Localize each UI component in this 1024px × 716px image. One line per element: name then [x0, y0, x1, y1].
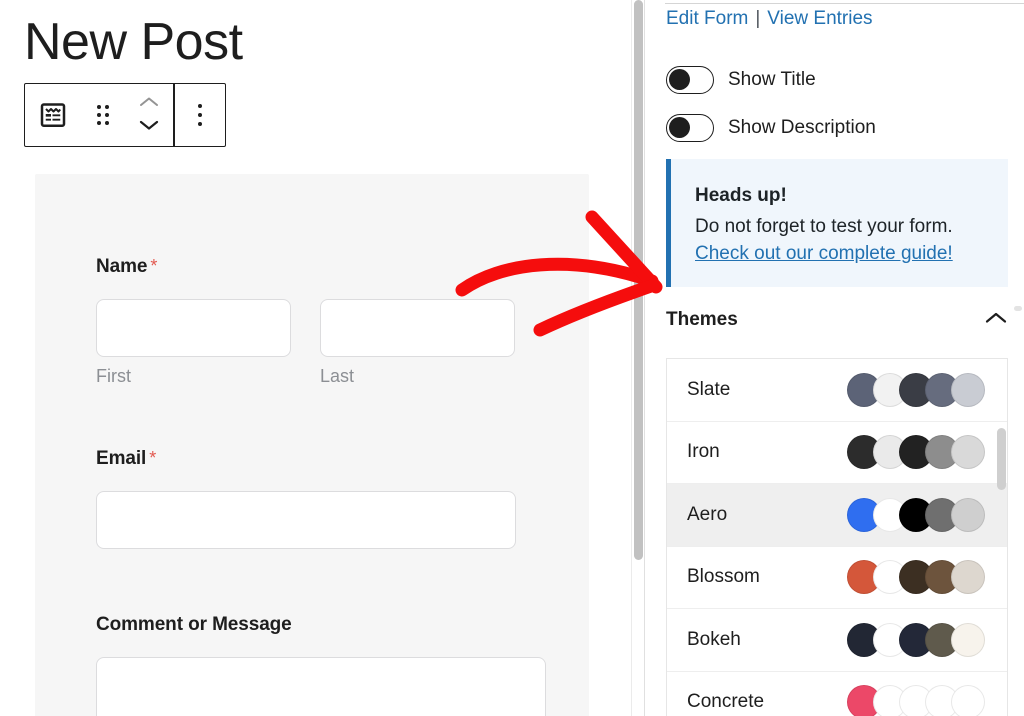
- theme-name: Iron: [687, 441, 720, 463]
- notice-text: Do not forget to test your form.: [695, 215, 953, 237]
- drag-dots: [97, 105, 109, 125]
- first-name-input[interactable]: [96, 299, 291, 357]
- block-settings-sidebar: Edit Form | View Entries Show Title Show D…: [644, 0, 1024, 716]
- notice-title: Heads up!: [695, 185, 787, 206]
- color-swatch-4: [951, 685, 985, 716]
- first-name-sub-label: First: [96, 366, 131, 386]
- form-block-icon[interactable]: [25, 84, 81, 146]
- themes-panel-title: Themes: [666, 309, 738, 330]
- themes-list[interactable]: Slate Iron Aero Blossom Bokeh Concrete: [666, 358, 1008, 716]
- show-description-toggle[interactable]: [666, 114, 714, 142]
- view-entries-link[interactable]: View Entries: [767, 8, 872, 29]
- show-description-label: Show Description: [728, 117, 876, 138]
- form-links: Edit Form | View Entries: [666, 8, 873, 30]
- block-toolbar-options-group: [175, 84, 225, 146]
- comment-textarea[interactable]: [96, 657, 546, 716]
- toggle-knob: [669, 117, 690, 138]
- notice-guide-link[interactable]: Check out our complete guide!: [695, 243, 953, 265]
- color-swatch-4: [951, 560, 985, 595]
- chevron-up-icon[interactable]: [984, 311, 1008, 330]
- theme-color-swatches: [847, 497, 985, 532]
- field-label-email: Email *: [96, 448, 157, 469]
- theme-row-concrete[interactable]: Concrete: [667, 671, 1007, 716]
- theme-color-swatches: [847, 622, 985, 657]
- themes-panel-header[interactable]: Themes: [666, 303, 1008, 337]
- block-mover[interactable]: [125, 84, 173, 146]
- field-label-comment: Comment or Message: [96, 614, 292, 635]
- show-title-toggle[interactable]: [666, 66, 714, 94]
- sidebar-divider: [665, 3, 1024, 4]
- drag-handle-icon[interactable]: [81, 84, 125, 146]
- wordpress-block-editor-screen: New Post Name * First Last Email * Comme…: [0, 0, 1024, 716]
- show-title-label: Show Title: [728, 69, 816, 90]
- editor-scrollbar[interactable]: [631, 0, 644, 716]
- theme-row-aero[interactable]: Aero: [667, 484, 1007, 547]
- block-toolbar-main-group: [25, 84, 173, 146]
- color-swatch-4: [951, 622, 985, 657]
- chevron-up-icon[interactable]: [139, 94, 159, 112]
- form-field-name: Name * First Last: [96, 256, 541, 387]
- required-indicator: *: [149, 448, 157, 468]
- form-field-comment: Comment or Message: [96, 614, 556, 716]
- notice-content: Heads up! Do not forget to test your for…: [671, 159, 1008, 265]
- color-swatch-4: [951, 372, 985, 407]
- name-inputs-row: First Last: [96, 299, 541, 387]
- theme-row-bokeh[interactable]: Bokeh: [667, 609, 1007, 672]
- theme-name: Blossom: [687, 566, 760, 588]
- theme-color-swatches: [847, 685, 985, 716]
- sidebar-scrollbar-thumb[interactable]: [1014, 306, 1022, 311]
- color-swatch-4: [951, 435, 985, 470]
- theme-name: Concrete: [687, 691, 765, 713]
- field-label-name: Name *: [96, 256, 158, 277]
- toggle-knob: [669, 69, 690, 90]
- more-dots: [197, 104, 202, 126]
- name-last-group: Last: [320, 299, 515, 387]
- chevron-down-icon[interactable]: [139, 118, 159, 136]
- form-field-email: Email *: [96, 448, 541, 549]
- show-title-row[interactable]: Show Title: [666, 66, 816, 94]
- required-indicator: *: [150, 256, 158, 276]
- show-description-row[interactable]: Show Description: [666, 114, 876, 142]
- links-separator: |: [755, 8, 761, 29]
- theme-color-swatches: [847, 372, 985, 407]
- heads-up-notice: Heads up! Do not forget to test your for…: [666, 159, 1008, 287]
- color-swatch-4: [951, 497, 985, 532]
- last-name-sub-label: Last: [320, 366, 355, 386]
- themes-list-scrollbar-thumb[interactable]: [997, 428, 1006, 490]
- theme-name: Aero: [687, 503, 728, 525]
- themes-list-scrollbar[interactable]: [997, 360, 1006, 716]
- more-options-vertical-icon[interactable]: [175, 84, 225, 146]
- theme-name: Bokeh: [687, 628, 741, 650]
- block-toolbar: [24, 83, 226, 147]
- themes-rows-container: Slate Iron Aero Blossom Bokeh Concrete: [667, 359, 1007, 716]
- theme-row-blossom[interactable]: Blossom: [667, 546, 1007, 609]
- theme-color-swatches: [847, 560, 985, 595]
- edit-form-link[interactable]: Edit Form: [666, 8, 748, 29]
- form-block-preview[interactable]: Name * First Last Email * Comment or Mes…: [35, 174, 589, 716]
- name-first-group: First: [96, 299, 291, 387]
- theme-row-slate[interactable]: Slate: [667, 359, 1007, 422]
- editor-canvas: New Post Name * First Last Email * Comme…: [0, 0, 632, 716]
- page-title[interactable]: New Post: [24, 13, 243, 71]
- email-input[interactable]: [96, 491, 516, 549]
- last-name-input[interactable]: [320, 299, 515, 357]
- theme-color-swatches: [847, 435, 985, 470]
- theme-row-iron[interactable]: Iron: [667, 421, 1007, 484]
- theme-name: Slate: [687, 378, 731, 400]
- editor-scrollbar-thumb[interactable]: [634, 0, 643, 560]
